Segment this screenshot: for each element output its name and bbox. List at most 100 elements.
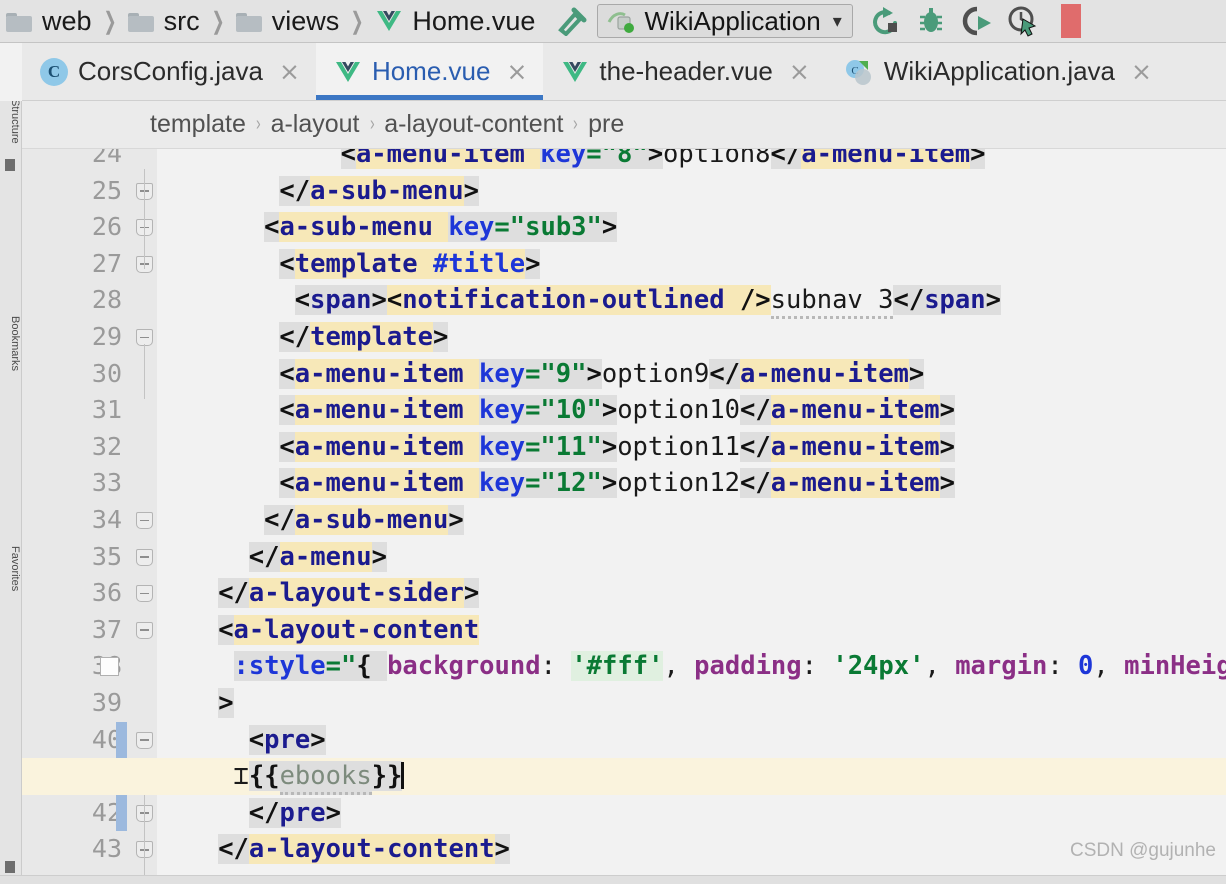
- tool-window-marker: [5, 861, 15, 873]
- code-token: key: [479, 432, 525, 462]
- code-token: <: [264, 212, 279, 242]
- code-lines[interactable]: <a-menu-item key="8">option8</a-menu-ite…: [157, 149, 1226, 884]
- tool-window-label-favorites[interactable]: Favorites: [0, 546, 21, 591]
- line-number: 24: [22, 149, 122, 173]
- code-line[interactable]: </pre>: [249, 795, 341, 832]
- breadcrumb-item-template[interactable]: template: [150, 110, 246, 139]
- line-number: 33: [22, 465, 122, 502]
- code-token: </: [249, 798, 280, 828]
- line-number: 26: [22, 209, 122, 246]
- code-fold-toggle[interactable]: [136, 585, 153, 602]
- nav-crumb-home-vue[interactable]: Home.vue: [369, 0, 541, 42]
- code-token: =: [525, 359, 540, 389]
- code-line[interactable]: <a-menu-item key="10">option10</a-menu-i…: [279, 392, 955, 429]
- gutter-checkbox[interactable]: [100, 657, 119, 676]
- code-line[interactable]: </template>: [279, 319, 448, 356]
- code-token: [464, 432, 479, 462]
- vue-file-icon: [375, 9, 403, 33]
- line-number: 25: [22, 173, 122, 210]
- code-line[interactable]: <a-menu-item key="8">option8</a-menu-ite…: [341, 149, 986, 173]
- nav-crumb-web[interactable]: web: [0, 0, 98, 42]
- code-fold-toggle[interactable]: [136, 549, 153, 566]
- code-line[interactable]: <a-menu-item key="12">option12</a-menu-i…: [279, 465, 955, 502]
- chevron-right-icon: ›: [567, 113, 584, 136]
- nav-crumb-views[interactable]: views: [230, 0, 346, 42]
- vcs-change-marker[interactable]: [116, 722, 127, 759]
- tab-wikiapplication-java[interactable]: C WikiApplication.java ×: [826, 43, 1168, 100]
- ide-window: web ❯ src ❯ views ❯ Home.vue: [0, 0, 1226, 884]
- code-line[interactable]: <a-sub-menu key="sub3">: [264, 209, 617, 246]
- code-line[interactable]: >: [218, 685, 233, 722]
- code-line[interactable]: <a-menu-item key="11">option11</a-menu-i…: [279, 429, 955, 466]
- close-icon[interactable]: ×: [279, 59, 300, 84]
- code-token: </: [279, 176, 310, 206]
- tab-the-header-vue[interactable]: the-header.vue ×: [543, 43, 825, 100]
- code-token: pre: [280, 798, 326, 828]
- code-token: minHeight: [1124, 651, 1226, 681]
- code-line[interactable]: ⌶{{ebooks}}: [234, 758, 404, 795]
- code-token: '#fff': [571, 651, 663, 681]
- code-token: '24px': [832, 651, 924, 681]
- code-line[interactable]: :style="{ background: '#fff', padding: '…: [234, 648, 1226, 685]
- code-token: a-menu-item: [295, 432, 464, 462]
- code-line[interactable]: <a-layout-content: [218, 612, 479, 649]
- run-configuration-name: WikiApplication: [644, 6, 820, 37]
- code-fold-toggle[interactable]: [136, 622, 153, 639]
- code-line[interactable]: </a-sub-menu>: [279, 173, 479, 210]
- tool-window-label-bookmarks[interactable]: Bookmarks: [0, 316, 21, 371]
- line-number: 31: [22, 392, 122, 429]
- tool-window-label-structure[interactable]: Structure: [0, 101, 21, 144]
- code-token: a-menu-item: [295, 468, 464, 498]
- code-line[interactable]: </a-sub-menu>: [264, 502, 464, 539]
- code-token: "8": [602, 149, 648, 169]
- code-token: </: [893, 285, 924, 315]
- stop-icon[interactable]: [1061, 4, 1081, 38]
- close-icon[interactable]: ×: [1131, 59, 1152, 84]
- tool-window-marker: [5, 159, 15, 171]
- close-icon[interactable]: ×: [789, 59, 810, 84]
- close-icon[interactable]: ×: [506, 59, 527, 84]
- code-line[interactable]: <a-menu-item key="9">option9</a-menu-ite…: [279, 356, 924, 393]
- code-line[interactable]: </a-menu>: [249, 539, 387, 576]
- debug-icon[interactable]: [915, 5, 947, 37]
- code-line[interactable]: </a-layout-content>: [218, 831, 510, 868]
- line-number: 42: [22, 795, 122, 832]
- code-line[interactable]: <template #title>: [279, 246, 540, 283]
- rerun-icon[interactable]: [869, 5, 901, 37]
- code-token: ebooks: [280, 761, 372, 795]
- breadcrumb-item-a-layout-content[interactable]: a-layout-content: [384, 110, 563, 139]
- code-token: =: [525, 395, 540, 425]
- line-number: 43: [22, 831, 122, 868]
- chevron-right-icon: ›: [250, 113, 267, 136]
- code-token: <: [249, 725, 264, 755]
- code-fold-toggle[interactable]: [136, 512, 153, 529]
- code-token: >: [326, 798, 341, 828]
- nav-crumb-src[interactable]: src: [122, 0, 206, 42]
- code-token: >: [940, 395, 955, 425]
- code-token: #title: [433, 249, 525, 279]
- run-configuration-selector[interactable]: WikiApplication ▾: [597, 4, 852, 38]
- code-fold-toggle[interactable]: [136, 732, 153, 749]
- code-token: a-layout-sider: [249, 578, 464, 608]
- breadcrumb-item-a-layout[interactable]: a-layout: [271, 110, 360, 139]
- profiler-icon[interactable]: [1007, 5, 1039, 37]
- left-tool-window-strip[interactable]: Structure Bookmarks Favorites: [0, 101, 22, 884]
- code-token: =: [525, 468, 540, 498]
- code-token: </: [218, 834, 249, 864]
- code-token: >: [602, 212, 617, 242]
- java-class-icon: C: [40, 58, 68, 86]
- code-token: [525, 149, 540, 169]
- breadcrumb-item-pre[interactable]: pre: [588, 110, 624, 139]
- code-token: >: [310, 725, 325, 755]
- code-editor[interactable]: 2425262728293031323334353637383940414243…: [22, 149, 1226, 884]
- run-with-coverage-icon[interactable]: [961, 5, 993, 37]
- tab-corsconfig-java[interactable]: C CorsConfig.java ×: [22, 43, 316, 100]
- tab-home-vue[interactable]: Home.vue ×: [316, 43, 543, 100]
- vcs-change-marker[interactable]: [116, 795, 127, 832]
- code-token: "12": [540, 468, 601, 498]
- code-line[interactable]: </a-layout-sider>: [218, 575, 479, 612]
- chevron-right-icon: ❯: [102, 7, 118, 36]
- code-line[interactable]: <pre>: [249, 722, 326, 759]
- hammer-icon[interactable]: [555, 6, 589, 36]
- code-line[interactable]: <span><notification-outlined />subnav 3<…: [295, 282, 1001, 319]
